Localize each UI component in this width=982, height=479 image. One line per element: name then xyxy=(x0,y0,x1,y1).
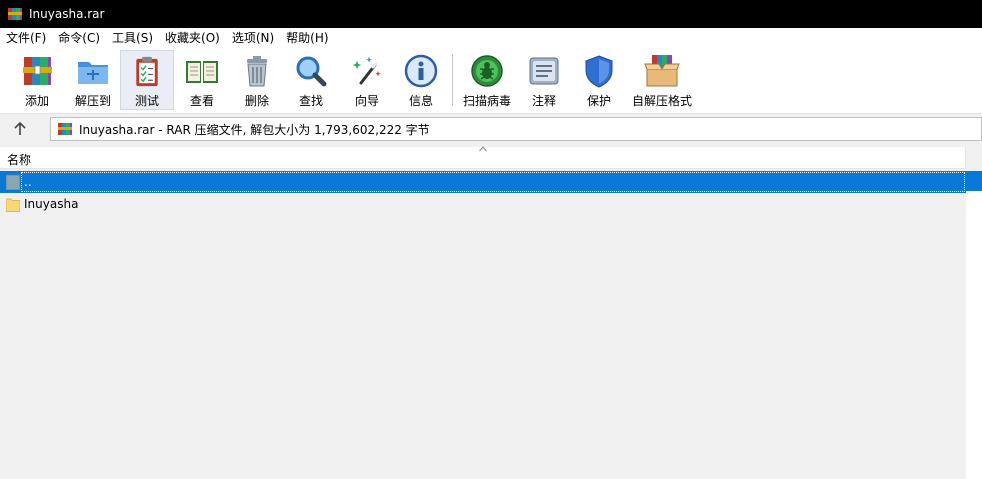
toolbar-separator xyxy=(452,54,453,106)
view-book-icon xyxy=(186,61,218,83)
sfx-button[interactable]: 自解压格式 xyxy=(630,50,694,110)
comment-icon xyxy=(529,57,559,85)
menu-bar: 文件(F) 命令(C) 工具(S) 收藏夹(O) 选项(N) 帮助(H) xyxy=(0,28,982,48)
menu-options[interactable]: 选项(N) xyxy=(226,28,280,48)
delete-label: 删除 xyxy=(244,94,269,108)
parent-folder-icon xyxy=(6,174,20,190)
view-button[interactable]: 查看 xyxy=(179,50,225,110)
column-divider xyxy=(965,147,966,169)
extract-to-label: 解压到 xyxy=(74,94,111,108)
test-clipboard-icon xyxy=(136,56,158,87)
sfx-label: 自解压格式 xyxy=(631,94,692,108)
file-name: Inuyasha xyxy=(24,197,79,211)
comment-button[interactable]: 注释 xyxy=(524,50,564,110)
view-label: 查看 xyxy=(189,94,214,108)
list-item-parent[interactable]: .. xyxy=(0,171,982,193)
list-header: 名称 xyxy=(0,146,965,169)
toolbar: 添加 解压到 测试 查看 删除 查找 向导 信息 扫描病毒 注释 保护 自解压格… xyxy=(0,48,982,114)
add-archive-icon xyxy=(23,57,52,85)
file-list: .. Inuyasha xyxy=(0,169,982,479)
extract-to-button[interactable]: 解压到 xyxy=(69,50,117,110)
menu-tools[interactable]: 工具(S) xyxy=(106,28,159,48)
info-label: 信息 xyxy=(408,94,433,108)
focus-rect xyxy=(21,172,965,192)
list-scroll-gutter xyxy=(966,191,982,479)
up-arrow-icon[interactable] xyxy=(10,119,30,139)
rar-archive-icon xyxy=(58,123,72,135)
info-icon xyxy=(404,54,438,88)
test-button[interactable]: 测试 xyxy=(120,50,174,110)
address-field[interactable]: Inuyasha.rar - RAR 压缩文件, 解包大小为 1,793,602… xyxy=(50,117,982,141)
title-bar: Inuyasha.rar xyxy=(0,0,982,28)
find-button[interactable]: 查找 xyxy=(291,50,331,110)
menu-favorites[interactable]: 收藏夹(O) xyxy=(159,28,226,48)
protect-label: 保护 xyxy=(586,94,611,108)
add-label: 添加 xyxy=(24,94,49,108)
folder-icon xyxy=(6,198,20,212)
menu-commands[interactable]: 命令(C) xyxy=(52,28,106,48)
address-bar: Inuyasha.rar - RAR 压缩文件, 解包大小为 1,793,602… xyxy=(0,115,982,143)
winrar-icon xyxy=(8,8,22,20)
info-button[interactable]: 信息 xyxy=(401,50,441,110)
wizard-label: 向导 xyxy=(354,94,379,108)
sort-ascending-icon xyxy=(479,146,487,152)
trash-icon xyxy=(247,56,267,87)
delete-button[interactable]: 删除 xyxy=(237,50,277,110)
test-label: 测试 xyxy=(134,94,159,108)
find-label: 查找 xyxy=(298,94,323,108)
magic-wand-icon xyxy=(352,57,381,85)
virus-scan-icon xyxy=(471,55,503,87)
list-item-inuyasha[interactable]: Inuyasha xyxy=(0,193,982,215)
menu-help[interactable]: 帮助(H) xyxy=(280,28,334,48)
add-button[interactable]: 添加 xyxy=(15,50,59,110)
magnifier-icon xyxy=(296,56,327,87)
virus-scan-label: 扫描病毒 xyxy=(462,94,511,108)
wizard-button[interactable]: 向导 xyxy=(347,50,387,110)
virus-scan-button[interactable]: 扫描病毒 xyxy=(460,50,514,110)
sfx-box-icon xyxy=(644,55,680,87)
comment-label: 注释 xyxy=(531,94,556,108)
menu-file[interactable]: 文件(F) xyxy=(0,28,52,48)
extract-folder-icon xyxy=(78,62,108,84)
shield-icon xyxy=(585,55,613,88)
protect-button[interactable]: 保护 xyxy=(579,50,619,110)
column-name-header[interactable]: 名称 xyxy=(7,151,31,168)
window-title: Inuyasha.rar xyxy=(29,7,105,21)
archive-path: Inuyasha.rar - RAR 压缩文件, 解包大小为 1,793,602… xyxy=(79,122,430,137)
